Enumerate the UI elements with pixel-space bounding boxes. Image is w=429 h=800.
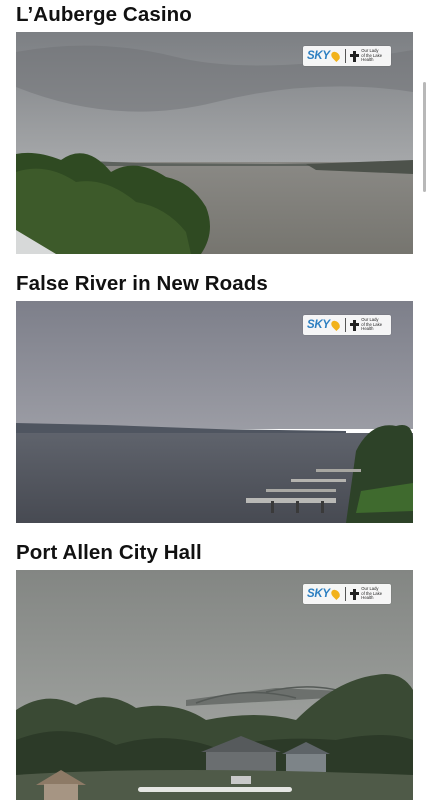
home-indicator[interactable] (138, 787, 292, 792)
cross-icon (349, 50, 360, 62)
sky9-pin-icon (329, 587, 342, 601)
webcam-scene (16, 570, 413, 800)
camera-title: L’Auberge Casino (16, 3, 192, 26)
sky9-logo: SKY Our Lady of the Lake Health (303, 584, 391, 604)
cross-icon (349, 588, 360, 600)
scrollbar-thumb[interactable] (423, 82, 426, 192)
sky9-pin-icon (329, 49, 342, 63)
camera-title: Port Allen City Hall (16, 541, 202, 564)
sky9-logo: SKY Our Lady of the Lake Health (303, 315, 391, 335)
camera-feed-image[interactable]: SKY Our Lady of the Lake Health (16, 570, 413, 800)
camera-feed-image[interactable]: SKY Our Lady of the Lake Health (16, 32, 413, 254)
camera-feed-image[interactable]: SKY Our Lady of the Lake Health (16, 301, 413, 523)
sky9-logo: SKY Our Lady of the Lake Health (303, 46, 391, 66)
sky9-pin-icon (329, 318, 342, 332)
cross-icon (349, 319, 360, 331)
camera-title: False River in New Roads (16, 272, 268, 295)
